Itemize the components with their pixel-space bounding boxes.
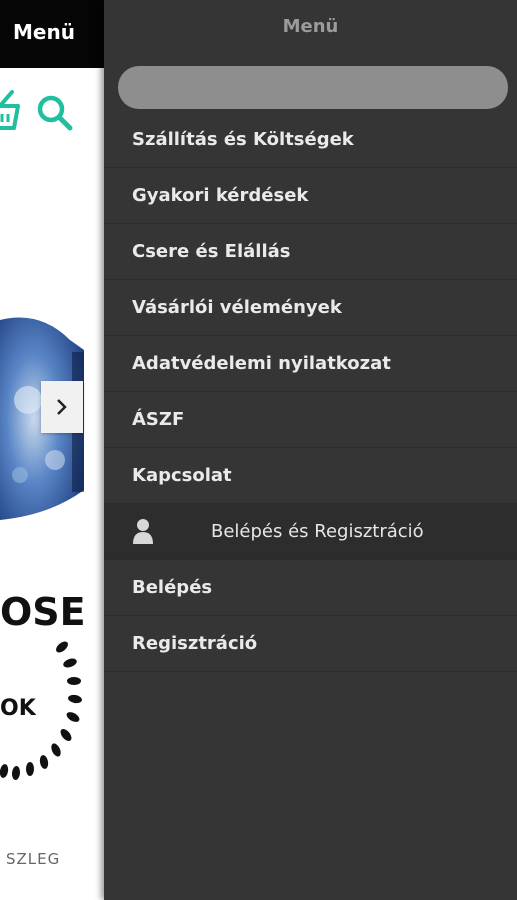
svg-text:OK: OK [0,696,37,721]
menu-toggle-label[interactable]: Menü [13,20,75,44]
menu-item-label: Szállítás és Költségek [132,129,354,150]
user-icon [133,519,153,544]
menu-item-contact[interactable]: Kapcsolat [104,448,517,504]
menu-item-faq[interactable]: Gyakori kérdések [104,168,517,224]
cart-icon[interactable] [0,88,24,132]
menu-item-label: Kapcsolat [132,465,232,486]
menu-search-input[interactable] [118,66,508,109]
menu-title: Menü [282,16,339,37]
menu-item-terms[interactable]: ÁSZF [104,392,517,448]
menu-item-returns[interactable]: Csere és Elállás [104,224,517,280]
menu-item-label: Vásárlói vélemények [132,297,342,318]
menu-item-reviews[interactable]: Vásárlói vélemények [104,280,517,336]
menu-item-label: Adatvédelemi nyilatkozat [132,353,391,374]
search-icon[interactable] [36,94,74,132]
side-menu: Menü Szállítás és Költségek Gyakori kérd… [104,0,517,900]
menu-item-login[interactable]: Belépés [104,560,517,616]
menu-item-label: Csere és Elállás [132,241,291,262]
brand-logo: OSE OK [0,590,86,780]
menu-item-privacy[interactable]: Adatvédelemi nyilatkozat [104,336,517,392]
menu-item-label: Gyakori kérdések [132,185,309,206]
underlying-page: Menü OSE OK SZLEG [0,0,104,900]
menu-item-label: Regisztráció [132,633,258,654]
svg-text:OSE: OSE [0,590,86,634]
chevron-right-icon [57,399,67,415]
menu-list: Szállítás és Költségek Gyakori kérdések … [104,112,517,672]
menu-item-label: Belépés [132,577,213,598]
menu-item-shipping[interactable]: Szállítás és Költségek [104,112,517,168]
top-bar: Menü [0,0,104,68]
account-section-label: Belépés és Regisztráció [211,521,424,542]
menu-item-label: ÁSZF [132,409,185,430]
menu-item-register[interactable]: Regisztráció [104,616,517,672]
carousel-next-button[interactable] [41,381,83,433]
account-section-header[interactable]: Belépés és Regisztráció [104,504,517,560]
logo-subtitle: SZLEG [6,850,61,868]
